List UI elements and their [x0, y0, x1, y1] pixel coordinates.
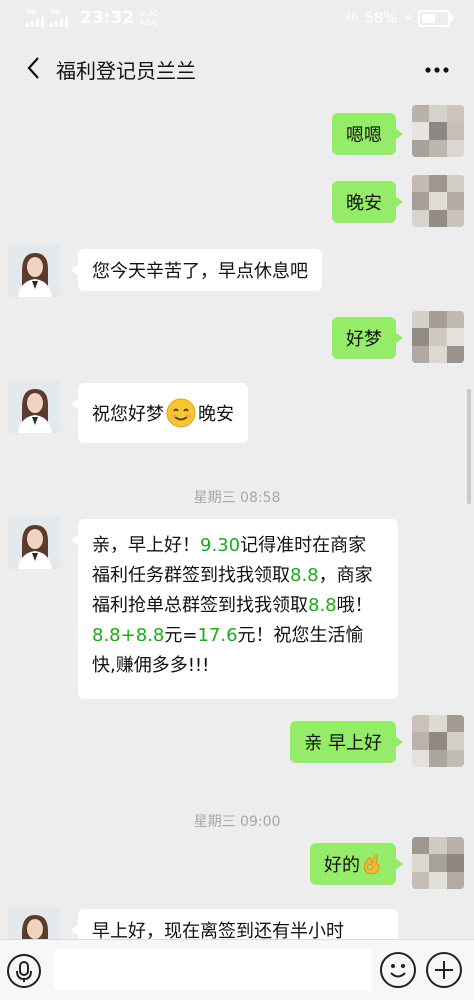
network-type: 4G — [345, 13, 359, 23]
chat-title: 福利登记员兰兰 — [56, 59, 196, 83]
signal-icon-2: 4G — [50, 9, 68, 27]
smile-emoji-icon — [166, 398, 196, 428]
message-bubble[interactable]: 晚安 — [332, 181, 403, 223]
status-bar: 4G 4G 23:32 0.30 KB/s 4G 58% ⚡ — [0, 0, 474, 37]
timestamp: 星期三 09:00 — [193, 814, 281, 830]
battery-icon — [418, 9, 453, 27]
battery-percent: 58% — [364, 9, 398, 27]
message-bubble[interactable]: 您今天辛苦了，早点休息吧 — [71, 249, 322, 291]
ok-hand-emoji-icon — [363, 854, 380, 875]
message-bubble[interactable]: 嗯嗯 — [332, 113, 403, 155]
chevron-left-icon[interactable] — [22, 53, 48, 83]
my-avatar[interactable] — [412, 837, 464, 889]
my-avatar[interactable] — [412, 715, 464, 767]
link-text[interactable]: 8.8 — [308, 595, 337, 616]
agent-avatar[interactable] — [8, 907, 60, 939]
more-dots-icon[interactable] — [424, 65, 450, 75]
link-text[interactable]: 9.30 — [200, 535, 240, 556]
message-bubble[interactable]: 亲，早上好！9.30记得准时在商家福利任务群签到找我领取8.8，商家福利抢单总群… — [71, 519, 398, 699]
signal-icon: 4G — [26, 9, 44, 27]
message-bubble[interactable]: 好的 — [310, 843, 403, 885]
chat-area[interactable]: 嗯嗯 晚安 您今天辛苦了，早点休息吧 好梦 祝您好梦 晚安 星期三 08:58 … — [0, 101, 474, 939]
voice-icon[interactable] — [7, 954, 41, 988]
status-time: 23:32 — [80, 8, 135, 28]
message-bubble[interactable]: 早上好，现在离签到还有半小时 — [71, 909, 398, 939]
message-bubble[interactable]: 亲 早上好 — [290, 721, 403, 763]
charging-icon: ⚡ — [403, 11, 412, 25]
battery-level — [422, 13, 435, 23]
agent-avatar[interactable] — [8, 381, 60, 433]
message-input[interactable] — [54, 949, 372, 991]
link-text[interactable]: 8.8 — [290, 565, 319, 586]
link-text[interactable]: 17.6 — [197, 625, 237, 646]
link-text[interactable]: 8.8+8.8 — [92, 625, 164, 646]
chat-header: 福利登记员兰兰 — [0, 37, 474, 101]
agent-avatar[interactable] — [8, 517, 60, 569]
plus-icon[interactable] — [426, 952, 462, 988]
network-speed: 0.30 KB/s — [140, 9, 158, 27]
scrollbar[interactable] — [467, 389, 471, 504]
input-bar — [0, 939, 474, 1000]
message-bubble[interactable]: 祝您好梦 晚安 — [71, 383, 248, 443]
message-bubble[interactable]: 好梦 — [332, 317, 403, 359]
agent-avatar[interactable] — [8, 245, 60, 297]
timestamp: 星期三 08:58 — [193, 490, 281, 506]
my-avatar[interactable] — [412, 311, 464, 363]
my-avatar[interactable] — [412, 175, 464, 227]
emoji-icon[interactable] — [380, 952, 416, 988]
my-avatar[interactable] — [412, 105, 464, 157]
